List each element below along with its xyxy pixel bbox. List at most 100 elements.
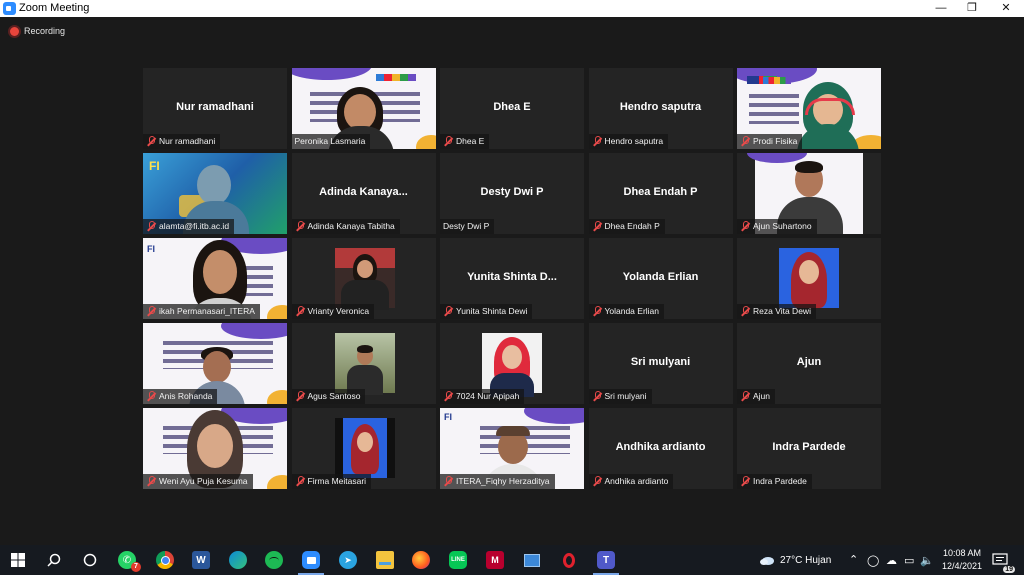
file-explorer-icon[interactable] xyxy=(376,551,394,569)
participant-display-name: Indra Pardede xyxy=(772,441,846,453)
opera-icon[interactable] xyxy=(560,551,578,569)
mic-muted-icon xyxy=(740,391,750,402)
participant-display-name: Dhea Endah P xyxy=(623,186,698,198)
search-icon[interactable] xyxy=(45,551,63,569)
participant-name: Nur ramadhani xyxy=(159,136,216,146)
participant-label: Desty Dwi P xyxy=(440,219,495,234)
chrome-icon[interactable] xyxy=(156,551,174,569)
participant-label: Anis Rohanda xyxy=(143,389,218,404)
meet-now-icon[interactable]: ◯ xyxy=(867,554,879,567)
clock-date[interactable]: 12/4/2021 xyxy=(941,561,983,571)
maximize-button[interactable]: ❐ xyxy=(956,0,988,17)
participant-label: Hendro saputra xyxy=(588,134,669,149)
teams-icon[interactable]: T xyxy=(593,551,619,575)
minimize-button[interactable]: — xyxy=(925,0,957,17)
mic-muted-icon xyxy=(740,306,750,317)
participant-tile[interactable]: Adinda Kanaya... Adinda Kanaya Tabitha xyxy=(291,153,436,234)
participant-tile[interactable]: Prodi Fisika xyxy=(737,68,881,149)
participant-tile[interactable]: Yunita Shinta D... Yunita Shinta Dewi xyxy=(440,238,584,319)
participant-tile[interactable]: Ajun Ajun xyxy=(737,323,881,404)
participant-name: Sri mulyani xyxy=(604,391,647,401)
tray-chevron-up-icon[interactable]: ⌃ xyxy=(849,553,858,566)
mic-muted-icon xyxy=(146,306,156,317)
participant-name: Anis Rohanda xyxy=(159,391,213,401)
onedrive-icon[interactable]: ☁ xyxy=(886,554,897,567)
participant-name: Reza Vita Dewi xyxy=(753,306,811,316)
participant-tile[interactable]: Yolanda Erlian Yolanda Erlian xyxy=(588,238,733,319)
participant-tile[interactable]: FI ikah Permanasari_ITERA xyxy=(143,238,287,319)
volume-icon[interactable]: 🔈 xyxy=(920,554,934,567)
mic-muted-icon xyxy=(295,391,305,402)
participant-tile[interactable]: Firma Meitasari xyxy=(291,408,436,489)
recording-icon[interactable] xyxy=(10,27,19,36)
participant-display-name: Desty Dwi P xyxy=(480,186,544,198)
firefox-icon[interactable] xyxy=(412,551,430,569)
participant-tile[interactable]: Desty Dwi P Desty Dwi P xyxy=(440,153,584,234)
mendeley-icon[interactable]: M xyxy=(486,551,504,569)
participant-label: Yolanda Erlian xyxy=(588,304,665,319)
app-window-icon[interactable] xyxy=(523,551,541,569)
mic-muted-icon xyxy=(295,476,305,487)
task-view-icon[interactable] xyxy=(81,551,99,569)
notification-count: 19 xyxy=(1003,566,1015,573)
participant-tile[interactable]: FI alamta@fi.itb.ac.id xyxy=(143,153,287,234)
participant-name: Firma Meitasari xyxy=(307,476,367,486)
participant-name: Dhea Endah P xyxy=(604,221,660,231)
telegram-icon[interactable]: ➤ xyxy=(339,551,357,569)
edge-icon[interactable] xyxy=(229,551,247,569)
word-icon[interactable]: W xyxy=(192,551,210,569)
participant-tile[interactable]: Sri mulyani Sri mulyani xyxy=(588,323,733,404)
recording-bar: Recording xyxy=(0,17,1024,53)
spotify-icon[interactable] xyxy=(265,551,283,569)
participant-tile[interactable]: Anis Rohanda xyxy=(143,323,287,404)
participant-name: Yunita Shinta Dewi xyxy=(456,306,528,316)
participant-name: alamta@fi.itb.ac.id xyxy=(159,221,230,231)
mic-muted-icon xyxy=(443,306,453,317)
window-titlebar: Zoom Meeting — ❐ ✕ xyxy=(0,0,1024,17)
mic-muted-icon xyxy=(295,221,305,232)
participant-label: alamta@fi.itb.ac.id xyxy=(143,219,235,234)
participant-video xyxy=(779,248,839,308)
battery-icon[interactable]: ▭ xyxy=(904,554,914,567)
participant-tile[interactable]: Dhea Endah P Dhea Endah P xyxy=(588,153,733,234)
recording-label: Recording xyxy=(24,26,66,36)
participant-tile[interactable]: 7024 Nur Apipah xyxy=(440,323,584,404)
participant-display-name: Andhika ardianto xyxy=(615,441,706,453)
participant-tile[interactable]: Nur ramadhani Nur ramadhani xyxy=(143,68,287,149)
participant-label: Sri mulyani xyxy=(588,389,652,404)
participant-label: Firma Meitasari xyxy=(291,474,372,489)
close-button[interactable]: ✕ xyxy=(990,0,1022,17)
participant-tile[interactable]: Reza Vita Dewi xyxy=(737,238,881,319)
participant-tile[interactable]: Dhea E Dhea E xyxy=(440,68,584,149)
participant-label: Dhea E xyxy=(440,134,490,149)
participant-gallery: Nur ramadhani Nur ramadhani Peronika Las… xyxy=(143,68,881,493)
mic-muted-icon xyxy=(592,476,602,487)
weather-icon[interactable] xyxy=(758,551,776,569)
participant-label: Yunita Shinta Dewi xyxy=(440,304,533,319)
participant-tile[interactable]: Indra Pardede Indra Pardede xyxy=(737,408,881,489)
clock-time[interactable]: 10:08 AM xyxy=(941,548,983,558)
participant-label: Ajun Suhartono xyxy=(737,219,817,234)
participant-label: Andhika ardianto xyxy=(588,474,674,489)
participant-tile[interactable]: Andhika ardianto Andhika ardianto xyxy=(588,408,733,489)
participant-name: Andhika ardianto xyxy=(604,476,669,486)
participant-tile[interactable]: Ajun Suhartono xyxy=(737,153,881,234)
line-icon[interactable]: LINE xyxy=(449,551,467,569)
mic-muted-icon xyxy=(146,476,156,487)
participant-display-name: Yolanda Erlian xyxy=(622,271,699,283)
participant-name: Weni Ayu Puja Kesuma xyxy=(159,476,248,486)
zoom-taskbar-icon[interactable] xyxy=(298,551,324,575)
participant-name: Ajun Suhartono xyxy=(753,221,812,231)
participant-tile[interactable]: Weni Ayu Puja Kesuma xyxy=(143,408,287,489)
participant-display-name: Dhea E xyxy=(493,101,531,113)
weather-text[interactable]: 27°C Hujan xyxy=(780,555,831,566)
participant-tile[interactable]: FI ITERA_Fiqhy Herzaditya xyxy=(440,408,584,489)
participant-tile[interactable]: Vrianty Veronica xyxy=(291,238,436,319)
whatsapp-icon[interactable]: ✆ 7 xyxy=(118,551,141,572)
notifications-icon[interactable]: 19 xyxy=(991,551,1015,573)
participant-display-name: Ajun xyxy=(796,356,822,368)
participant-tile[interactable]: Hendro saputra Hendro saputra xyxy=(588,68,733,149)
participant-tile-active-speaker[interactable]: Peronika Lasmaria xyxy=(291,68,436,149)
participant-tile[interactable]: Agus Santoso xyxy=(291,323,436,404)
windows-start-icon[interactable] xyxy=(9,551,27,569)
